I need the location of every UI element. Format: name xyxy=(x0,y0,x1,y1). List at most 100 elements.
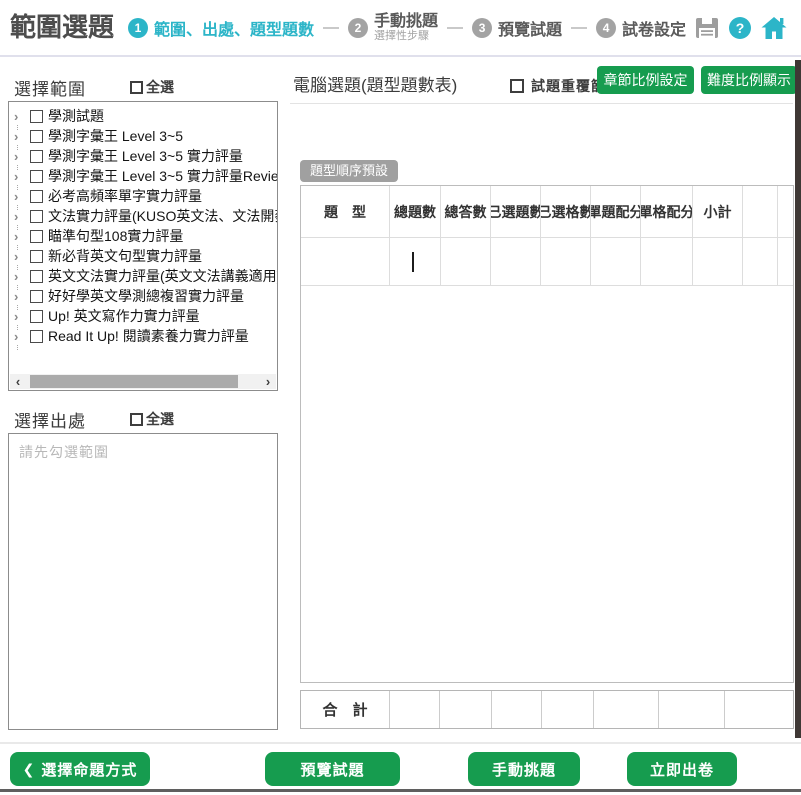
expand-arrow-icon[interactable] xyxy=(14,249,27,264)
tree-item-label: Read It Up! 閱讀素養力實力評量 xyxy=(48,326,249,346)
tree-item[interactable]: 英文文法實力評量(英文文法講義適用) xyxy=(9,266,277,286)
step-separator xyxy=(323,27,339,29)
tree-item[interactable]: 必考高頻率單字實力評量 xyxy=(9,186,277,206)
tree-item[interactable]: 好好學英文學測總複習實力評量 xyxy=(9,286,277,306)
tree-item-checkbox[interactable] xyxy=(30,150,43,163)
table-row xyxy=(301,238,793,286)
tree-item-checkbox[interactable] xyxy=(30,210,43,223)
tree-item-checkbox[interactable] xyxy=(30,270,43,283)
totals-cell xyxy=(542,691,594,728)
source-select-all-checkbox[interactable] xyxy=(130,413,143,426)
source-list-box: 請先勾選範圍 xyxy=(8,433,278,730)
tree-item-checkbox[interactable] xyxy=(30,310,43,323)
scrollbar-track[interactable] xyxy=(26,374,260,389)
column-header-selected-questions: 已選題數 xyxy=(491,186,541,237)
step-2-label: 手動挑題 xyxy=(374,13,438,30)
step-separator xyxy=(571,27,587,29)
tree-item[interactable]: Up! 英文寫作力實力評量 xyxy=(9,306,277,326)
table-cell-input[interactable] xyxy=(693,238,743,285)
step-4-label: 試卷設定 xyxy=(622,16,686,40)
range-select-all[interactable]: 全選 xyxy=(130,77,174,97)
back-button[interactable]: 選擇命題方式 xyxy=(10,752,150,786)
step-2-circle: 2 xyxy=(348,18,368,38)
tree-item-label: 學測試題 xyxy=(48,106,104,126)
column-header-points-per-blank: 單格配分 xyxy=(641,186,693,237)
source-section-header: 選擇出處 全選 xyxy=(14,408,278,430)
preview-questions-button[interactable]: 預覽試題 xyxy=(265,752,400,786)
expand-arrow-icon[interactable] xyxy=(14,209,27,224)
expand-arrow-icon[interactable] xyxy=(14,289,27,304)
column-header-selected-blanks: 已選格數 xyxy=(541,186,591,237)
range-title: 選擇範圍 xyxy=(14,75,86,100)
expand-arrow-icon[interactable] xyxy=(14,129,27,144)
tree-item-checkbox[interactable] xyxy=(30,230,43,243)
totals-cell xyxy=(440,691,492,728)
table-cell-input[interactable] xyxy=(541,238,591,285)
tree-item-label: 必考高頻率單字實力評量 xyxy=(48,186,202,206)
help-icon[interactable]: ? xyxy=(729,17,751,39)
expand-arrow-icon[interactable] xyxy=(14,169,27,184)
source-select-all[interactable]: 全選 xyxy=(130,409,174,429)
stepper: 1 範圍、出處、題型題數 2 手動挑題 選擇性步驟 3 預覽試題 4 試卷設定 xyxy=(128,0,686,55)
column-header-total-questions: 總題數 xyxy=(390,186,441,237)
tree-item-checkbox[interactable] xyxy=(30,130,43,143)
tree-item-checkbox[interactable] xyxy=(30,190,43,203)
tree-item[interactable]: 文法實力評量(KUSO英文法、文法開麥拉 xyxy=(9,206,277,226)
tree-item[interactable]: 學測字彙王 Level 3~5 xyxy=(9,126,277,146)
duplicate-filter-checkbox[interactable] xyxy=(510,79,524,93)
step-1[interactable]: 1 範圍、出處、題型題數 xyxy=(128,16,314,40)
tree-item-checkbox[interactable] xyxy=(30,290,43,303)
tree-item[interactable]: 學測字彙王 Level 3~5 實力評量 xyxy=(9,146,277,166)
tree-item-checkbox[interactable] xyxy=(30,170,43,183)
save-icon[interactable] xyxy=(695,17,719,39)
tree-item-checkbox[interactable] xyxy=(30,110,43,123)
step-2-sublabel: 選擇性步驟 xyxy=(374,30,438,43)
expand-arrow-icon[interactable] xyxy=(14,229,27,244)
totals-label: 合 計 xyxy=(301,691,390,728)
tree-item-label: 好好學英文學測總複習實力評量 xyxy=(48,286,244,306)
right-panel: 電腦選題(題型題數表) 試題重覆篩選 章節比例設定 難度比例顯示 題型順序預設 … xyxy=(290,58,795,742)
difficulty-ratio-button[interactable]: 難度比例顯示 xyxy=(701,66,797,94)
table-cell-input[interactable] xyxy=(491,238,541,285)
chapter-ratio-button[interactable]: 章節比例設定 xyxy=(597,66,694,94)
source-placeholder: 請先勾選範圍 xyxy=(19,444,109,460)
top-bar: 範圍選題 1 範圍、出處、題型題數 2 手動挑題 選擇性步驟 3 預覽試題 xyxy=(0,0,801,57)
manual-pick-button[interactable]: 手動挑題 xyxy=(468,752,580,786)
totals-row: 合 計 xyxy=(300,690,794,729)
table-cell-input[interactable] xyxy=(641,238,693,285)
tree-item[interactable]: 學測字彙王 Level 3~5 實力評量Review xyxy=(9,166,277,186)
tree-item[interactable]: 新必背英文句型實力評量 xyxy=(9,246,277,266)
scroll-right-arrow-icon[interactable] xyxy=(260,374,276,389)
tree-item[interactable]: Read It Up! 閱讀素養力實力評量 xyxy=(9,326,277,346)
computer-selection-title: 電腦選題(題型題數表) xyxy=(293,71,457,96)
home-icon[interactable] xyxy=(761,16,787,40)
step-4[interactable]: 4 試卷設定 xyxy=(596,16,686,40)
generate-paper-button[interactable]: 立即出卷 xyxy=(627,752,737,786)
page-title: 範圍選題 xyxy=(10,0,114,55)
tree-item-label: 新必背英文句型實力評量 xyxy=(48,246,202,266)
step-2[interactable]: 2 手動挑題 選擇性步驟 xyxy=(348,13,438,43)
tree-item-label: 英文文法實力評量(英文文法講義適用) xyxy=(48,266,278,286)
table-cell-input[interactable] xyxy=(441,238,491,285)
expand-arrow-icon[interactable] xyxy=(14,189,27,204)
table-cell-type[interactable] xyxy=(301,238,390,285)
expand-arrow-icon[interactable] xyxy=(14,149,27,164)
table-cell-input[interactable] xyxy=(591,238,641,285)
tree-item[interactable]: 學測試題 xyxy=(9,106,277,126)
tree-item-checkbox[interactable] xyxy=(30,250,43,263)
tree-item-checkbox[interactable] xyxy=(30,330,43,343)
table-cell-input[interactable] xyxy=(390,238,441,285)
tree-item[interactable]: 瞄準句型108實力評量 xyxy=(9,226,277,246)
expand-arrow-icon[interactable] xyxy=(14,269,27,284)
type-order-tag[interactable]: 題型順序預設 xyxy=(300,160,398,182)
expand-arrow-icon[interactable] xyxy=(14,109,27,124)
expand-arrow-icon[interactable] xyxy=(14,309,27,324)
horizontal-scrollbar[interactable] xyxy=(10,374,276,389)
expand-arrow-icon[interactable] xyxy=(14,329,27,344)
source-title: 選擇出處 xyxy=(14,407,86,432)
range-select-all-checkbox[interactable] xyxy=(130,81,143,94)
scrollbar-thumb[interactable] xyxy=(30,375,238,388)
step-3[interactable]: 3 預覽試題 xyxy=(472,16,562,40)
range-tree: 學測試題 學測字彙王 Level 3~5 學測字彙王 Level 3~5 實力評… xyxy=(8,101,278,391)
scroll-left-arrow-icon[interactable] xyxy=(10,374,26,389)
